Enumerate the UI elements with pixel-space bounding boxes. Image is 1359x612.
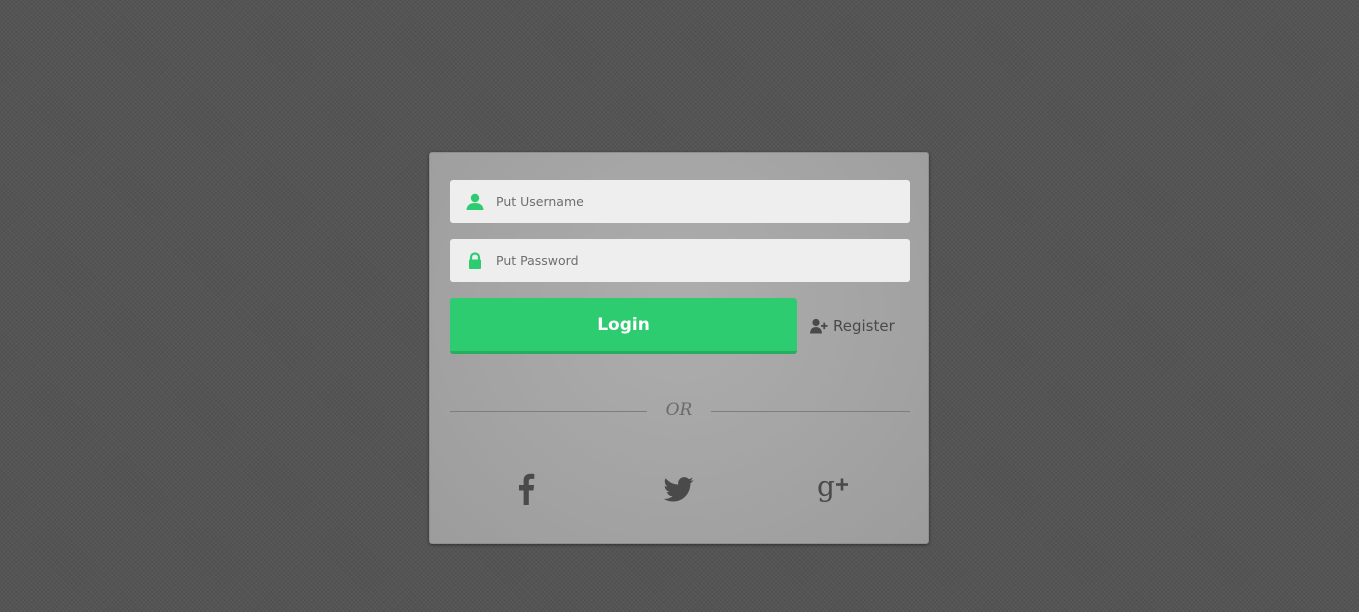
register-label: Register — [833, 317, 895, 335]
facebook-icon — [517, 473, 535, 505]
lock-icon — [466, 252, 484, 270]
twitter-icon — [664, 476, 694, 502]
username-input[interactable] — [496, 180, 896, 223]
password-field[interactable] — [450, 239, 910, 282]
twitter-button[interactable] — [659, 471, 699, 507]
login-card: Login Register OR — [429, 152, 929, 544]
svg-text:g: g — [817, 472, 835, 503]
add-user-icon — [810, 318, 828, 334]
or-separator: OR — [665, 400, 693, 420]
google-plus-button[interactable]: g — [813, 471, 853, 507]
login-button[interactable]: Login — [450, 298, 797, 354]
facebook-button[interactable] — [506, 471, 546, 507]
password-input[interactable] — [496, 239, 896, 282]
register-link[interactable]: Register — [810, 315, 895, 337]
username-field[interactable] — [450, 180, 910, 223]
google-plus-icon: g — [817, 472, 849, 506]
user-icon — [466, 193, 484, 211]
divider-right — [711, 411, 910, 412]
divider-left — [450, 411, 647, 412]
